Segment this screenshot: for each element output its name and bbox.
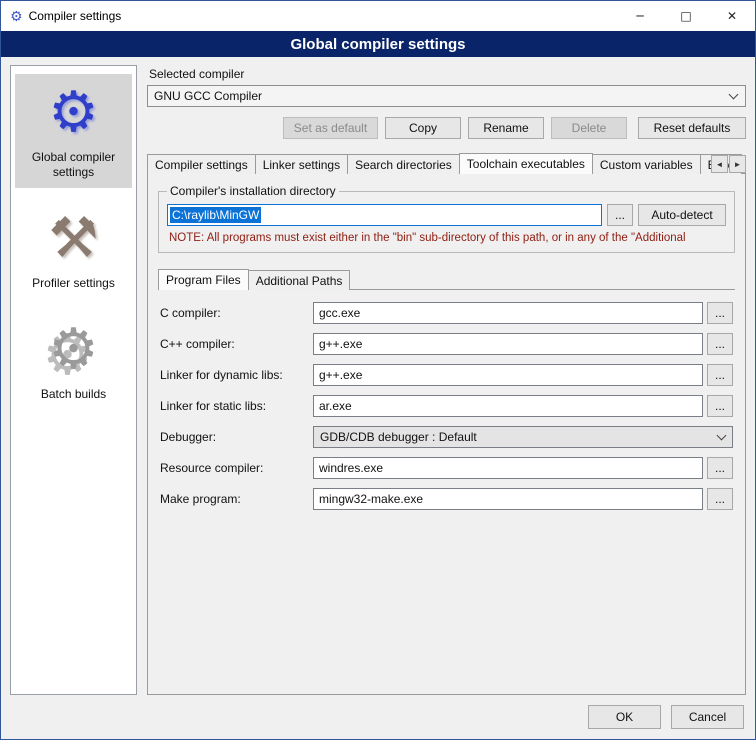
toolchain-executables-page: Compiler's installation directory C:\ray… — [147, 173, 746, 695]
copy-button[interactable]: Copy — [385, 117, 461, 139]
subtab-additional-paths[interactable]: Additional Paths — [248, 270, 351, 290]
field-row: Linker for dynamic libs: g++.exe ... — [160, 364, 733, 386]
sidebar-item-profiler-settings[interactable]: ⚒ Profiler settings — [15, 200, 132, 299]
compiler-settings-dialog: ⚙ Compiler settings ─ □ ✕ Global compile… — [0, 0, 756, 740]
set-as-default-button[interactable]: Set as default — [283, 117, 378, 139]
c-compiler-value: gcc.exe — [319, 306, 360, 320]
field-row: Debugger: GDB/CDB debugger : Default — [160, 426, 733, 448]
field-row: Resource compiler: windres.exe ... — [160, 457, 733, 479]
field-row: C++ compiler: g++.exe ... — [160, 333, 733, 355]
resource-compiler-label: Resource compiler: — [160, 461, 313, 475]
sidebar-item-label: Batch builds — [41, 387, 106, 402]
tab-toolchain-executables[interactable]: Toolchain executables — [459, 153, 593, 174]
sidebar-item-label: Profiler settings — [32, 276, 115, 291]
debugger-label: Debugger: — [160, 430, 313, 444]
sidebar-item-label: Global compiler settings — [17, 150, 130, 180]
close-button[interactable]: ✕ — [709, 1, 755, 31]
installation-directory-input[interactable]: C:\raylib\MinGW — [167, 204, 602, 226]
linker-static-label: Linker for static libs: — [160, 399, 313, 413]
blue-gear-icon: ⚙ — [48, 80, 98, 146]
tab-compiler-settings[interactable]: Compiler settings — [147, 154, 256, 174]
reset-defaults-button[interactable]: Reset defaults — [638, 117, 746, 139]
delete-button[interactable]: Delete — [551, 117, 627, 139]
subtab-underline — [349, 269, 735, 290]
tab-custom-variables[interactable]: Custom variables — [592, 154, 701, 174]
titlebar: ⚙ Compiler settings ─ □ ✕ — [1, 1, 755, 31]
tab-scroll-right-icon[interactable]: ► — [729, 155, 746, 173]
selected-compiler-label: Selected compiler — [149, 67, 746, 81]
dialog-footer: OK Cancel — [1, 701, 755, 739]
profiler-tool-icon: ⚒ — [48, 206, 98, 272]
page-title: Global compiler settings — [1, 31, 755, 57]
field-row: Linker for static libs: ar.exe ... — [160, 395, 733, 417]
window-title: Compiler settings — [29, 9, 122, 23]
sidebar-item-batch-builds[interactable]: ⚙ Batch builds — [15, 311, 132, 410]
resource-compiler-value: windres.exe — [319, 461, 383, 475]
make-program-input[interactable]: mingw32-make.exe — [313, 488, 703, 510]
c-compiler-label: C compiler: — [160, 306, 313, 320]
c-compiler-input[interactable]: gcc.exe — [313, 302, 703, 324]
field-row: Make program: mingw32-make.exe ... — [160, 488, 733, 510]
settings-tabstrip: Compiler settings Linker settings Search… — [147, 153, 746, 174]
note-text: NOTE: All programs must exist either in … — [169, 232, 726, 244]
tab-scroll-left-icon[interactable]: ◄ — [711, 155, 728, 173]
chevron-down-icon — [717, 431, 727, 441]
tab-linker-settings[interactable]: Linker settings — [255, 154, 348, 174]
cpp-compiler-label: C++ compiler: — [160, 337, 313, 351]
auto-detect-button[interactable]: Auto-detect — [638, 204, 726, 226]
linker-static-value: ar.exe — [319, 399, 352, 413]
sidebar-item-global-compiler-settings[interactable]: ⚙ Global compiler settings — [15, 74, 132, 188]
make-program-label: Make program: — [160, 492, 313, 506]
tab-search-directories[interactable]: Search directories — [347, 154, 460, 174]
installation-directory-group-title: Compiler's installation directory — [167, 184, 339, 198]
cpp-compiler-value: g++.exe — [319, 337, 362, 351]
debugger-select[interactable]: GDB/CDB debugger : Default — [313, 426, 733, 448]
browse-linker-static-button[interactable]: ... — [707, 395, 733, 417]
installation-directory-group: Compiler's installation directory C:\ray… — [158, 184, 735, 253]
linker-static-input[interactable]: ar.exe — [313, 395, 703, 417]
subtab-program-files[interactable]: Program Files — [158, 269, 249, 290]
browse-make-program-button[interactable]: ... — [707, 488, 733, 510]
field-row: C compiler: gcc.exe ... — [160, 302, 733, 324]
browse-linker-dynamic-button[interactable]: ... — [707, 364, 733, 386]
linker-dynamic-label: Linker for dynamic libs: — [160, 368, 313, 382]
cancel-button[interactable]: Cancel — [671, 705, 744, 729]
chevron-down-icon — [729, 90, 739, 100]
resource-compiler-input[interactable]: windres.exe — [313, 457, 703, 479]
minimize-button[interactable]: ─ — [617, 1, 663, 31]
maximize-button[interactable]: □ — [663, 1, 709, 31]
program-files-page: C compiler: gcc.exe ... C++ compiler: g+… — [158, 290, 735, 686]
linker-dynamic-value: g++.exe — [319, 368, 362, 382]
browse-cpp-compiler-button[interactable]: ... — [707, 333, 733, 355]
gear-stack-icon: ⚙ — [48, 317, 98, 383]
installation-directory-value: C:\raylib\MinGW — [170, 207, 261, 223]
browse-resource-compiler-button[interactable]: ... — [707, 457, 733, 479]
debugger-value: GDB/CDB debugger : Default — [320, 430, 712, 444]
compiler-select-value: GNU GCC Compiler — [154, 89, 724, 103]
compiler-select[interactable]: GNU GCC Compiler — [147, 85, 746, 107]
rename-button[interactable]: Rename — [468, 117, 544, 139]
app-gear-icon: ⚙ — [10, 9, 23, 23]
ok-button[interactable]: OK — [588, 705, 661, 729]
sidebar: ⚙ Global compiler settings ⚒ Profiler se… — [10, 65, 137, 695]
make-program-value: mingw32-make.exe — [319, 492, 423, 506]
browse-c-compiler-button[interactable]: ... — [707, 302, 733, 324]
linker-dynamic-input[interactable]: g++.exe — [313, 364, 703, 386]
browse-directory-button[interactable]: ... — [607, 204, 633, 226]
cpp-compiler-input[interactable]: g++.exe — [313, 333, 703, 355]
program-files-tabstrip: Program Files Additional Paths — [158, 269, 735, 290]
